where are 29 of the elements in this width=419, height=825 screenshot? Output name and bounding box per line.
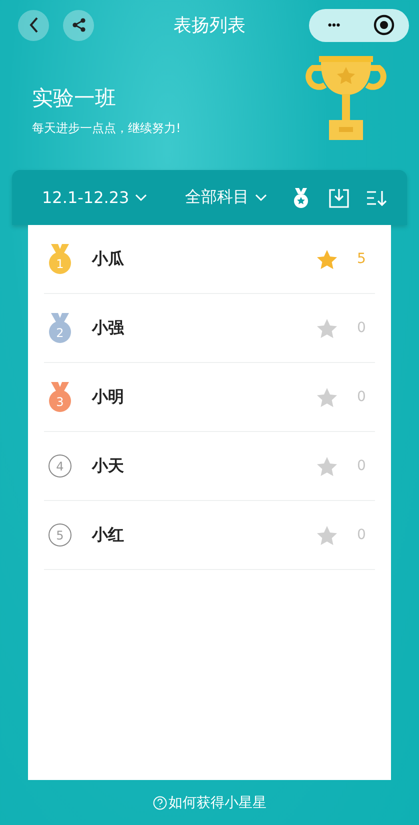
question-icon — [152, 796, 166, 810]
medal-icon — [292, 186, 310, 208]
chevron-down-icon — [135, 194, 148, 202]
student-name: 小红 — [92, 524, 125, 546]
help-link[interactable]: 如何获得小星星 — [152, 794, 266, 812]
back-button[interactable] — [18, 10, 49, 40]
page-title: 表扬列表 — [174, 14, 246, 37]
star-count: 0 — [357, 389, 367, 405]
star-count: 5 — [357, 251, 367, 267]
student-name: 小瓜 — [92, 248, 125, 270]
student-name: 小强 — [92, 318, 126, 338]
star-count: 0 — [357, 527, 367, 543]
star-count: 0 — [357, 458, 367, 474]
back-icon — [28, 17, 38, 33]
subject-dropdown[interactable]: 全部科目 — [185, 187, 268, 208]
chevron-down-icon — [255, 194, 268, 202]
rank-circle-icon: 5 — [48, 523, 72, 547]
share-button[interactable] — [63, 10, 94, 40]
date-range-dropdown[interactable]: 12.1-12.23 — [42, 188, 148, 207]
motto-text: 每天进步一点点，继续努力! — [32, 120, 181, 137]
download-icon — [328, 186, 350, 208]
student-name: 小天 — [92, 456, 125, 476]
star-count: 0 — [357, 320, 367, 336]
share-icon — [72, 18, 86, 32]
rank-circle-icon: 4 — [48, 454, 72, 478]
sort-icon — [366, 188, 388, 206]
student-name: 小明 — [92, 386, 125, 408]
class-name: 实验一班 — [32, 85, 117, 112]
target-icon — [373, 14, 395, 36]
